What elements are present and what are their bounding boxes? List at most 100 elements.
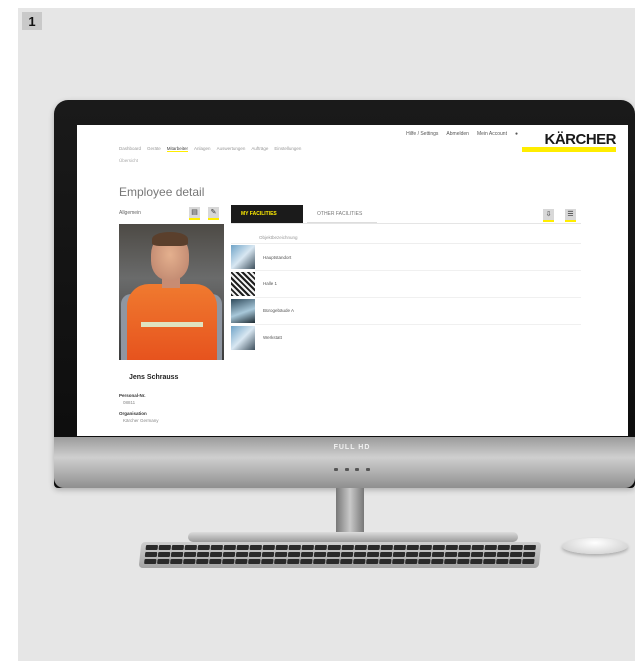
keyboard-key bbox=[248, 559, 261, 564]
step-number-badge: 1 bbox=[22, 12, 42, 30]
keyboard-key bbox=[287, 559, 300, 564]
keyboard bbox=[138, 542, 542, 568]
keyboard-key bbox=[209, 552, 223, 557]
facility-thumbnail[interactable] bbox=[231, 245, 255, 269]
keyboard-key bbox=[184, 545, 198, 550]
nav-item-employees[interactable]: Mitarbeiter bbox=[166, 146, 189, 152]
facility-thumbnail[interactable] bbox=[231, 299, 255, 323]
edit-icon[interactable]: ✎ bbox=[208, 207, 219, 220]
facility-name[interactable]: Hauptstandort bbox=[263, 255, 291, 260]
employee-section-caption: Allgemein bbox=[119, 210, 141, 216]
keyboard-key bbox=[483, 552, 497, 557]
keyboard-key bbox=[484, 545, 497, 550]
keyboard-key bbox=[417, 559, 431, 564]
keyboard-key bbox=[405, 552, 419, 557]
nav-item-facilities[interactable]: Anlagen bbox=[194, 146, 211, 152]
list-divider bbox=[231, 243, 581, 244]
keyboard-key bbox=[353, 552, 366, 557]
facility-name[interactable]: Bürogebäude A bbox=[263, 308, 294, 313]
facility-name[interactable]: Werkstatt bbox=[263, 335, 282, 340]
keyboard-key bbox=[418, 552, 432, 557]
nav-item-devices[interactable]: Geräte bbox=[147, 146, 161, 152]
main-navigation: Dashboard Geräte Mitarbeiter Anlagen Aus… bbox=[119, 146, 301, 152]
employee-name: Jens Schrauss bbox=[129, 374, 179, 381]
keyboard-key bbox=[404, 559, 418, 564]
nav-item-settings[interactable]: Einstellungen bbox=[274, 146, 301, 152]
top-link-help[interactable]: Hilfe / Settings bbox=[406, 131, 438, 137]
facility-thumbnail[interactable] bbox=[231, 272, 255, 296]
keyboard-key bbox=[509, 552, 523, 557]
tab-other-facilities[interactable]: OTHER FACILITIES bbox=[307, 205, 377, 223]
nav-item-orders[interactable]: Aufträge bbox=[251, 146, 268, 152]
keyboard-key bbox=[432, 545, 445, 550]
keyboard-key bbox=[223, 545, 237, 550]
keyboard-key bbox=[379, 552, 392, 557]
keyboard-key bbox=[275, 545, 289, 550]
tab-divider bbox=[231, 223, 581, 224]
keyboard-key bbox=[314, 545, 328, 550]
monitor-stand-base bbox=[188, 532, 518, 542]
keyboard-key bbox=[340, 552, 353, 557]
keyboard-key bbox=[469, 559, 483, 564]
nav-item-reports[interactable]: Auswertungen bbox=[217, 146, 246, 152]
employee-photo bbox=[119, 224, 224, 360]
keyboard-key bbox=[431, 552, 445, 557]
keyboard-key bbox=[367, 545, 380, 550]
keyboard-key bbox=[443, 559, 457, 564]
top-link-account[interactable]: Mein Account bbox=[477, 131, 507, 137]
keyboard-key bbox=[249, 545, 263, 550]
keyboard-key bbox=[470, 552, 484, 557]
facility-thumbnail[interactable] bbox=[231, 326, 255, 350]
field-label-organisation: Organisation bbox=[119, 411, 147, 416]
keyboard-key bbox=[183, 552, 197, 557]
keyboard-key bbox=[236, 552, 249, 557]
keyboard-key bbox=[300, 559, 314, 564]
print-icon[interactable]: ▤ bbox=[189, 207, 200, 220]
keyboard-key bbox=[288, 552, 301, 557]
keyboard-key bbox=[365, 559, 379, 564]
keyboard-key bbox=[327, 552, 340, 557]
keyboard-key bbox=[378, 559, 392, 564]
keyboard-key bbox=[496, 552, 510, 557]
keyboard-key bbox=[261, 559, 274, 564]
keyboard-key bbox=[249, 552, 262, 557]
keyboard-key bbox=[456, 559, 470, 564]
nav-sub-item[interactable]: Übersicht bbox=[119, 158, 138, 163]
keyboard-key bbox=[339, 559, 353, 564]
export-icon[interactable]: ⇩ bbox=[543, 209, 554, 222]
keyboard-key bbox=[183, 559, 196, 564]
keyboard-key bbox=[352, 559, 366, 564]
keyboard-key bbox=[236, 545, 250, 550]
keyboard-key bbox=[482, 559, 496, 564]
keyboard-key bbox=[445, 545, 458, 550]
user-icon[interactable]: ● bbox=[515, 131, 518, 137]
keyboard-key bbox=[170, 559, 183, 564]
keyboard-key bbox=[157, 552, 171, 557]
keyboard-key bbox=[326, 559, 340, 564]
keyboard-key bbox=[419, 545, 432, 550]
monitor-screen: Hilfe / Settings Abmelden Mein Account ●… bbox=[77, 125, 628, 436]
tab-my-facilities[interactable]: MY FACILITIES bbox=[231, 205, 303, 223]
keyboard-key bbox=[196, 552, 210, 557]
keyboard-key bbox=[210, 545, 224, 550]
top-link-logout[interactable]: Abmelden bbox=[446, 131, 469, 137]
keyboard-key bbox=[197, 545, 211, 550]
nav-item-dashboard[interactable]: Dashboard bbox=[119, 146, 141, 152]
keyboard-key bbox=[209, 559, 222, 564]
keyboard-key bbox=[510, 545, 524, 550]
keyboard-key bbox=[393, 545, 406, 550]
keyboard-key bbox=[196, 559, 209, 564]
keyboard-key bbox=[144, 559, 157, 564]
row-divider bbox=[255, 270, 581, 271]
keyboard-key bbox=[222, 552, 236, 557]
keyboard-key bbox=[522, 559, 535, 564]
keyboard-key bbox=[274, 559, 287, 564]
kaercher-logo[interactable]: KÄRCHER bbox=[545, 131, 617, 148]
facility-name[interactable]: Halle 1 bbox=[263, 281, 277, 286]
filter-icon[interactable]: ☰ bbox=[565, 209, 576, 222]
keyboard-key bbox=[457, 552, 471, 557]
monitor-stand-neck bbox=[336, 488, 364, 534]
keyboard-key bbox=[380, 545, 393, 550]
mouse bbox=[562, 538, 628, 554]
keyboard-key bbox=[314, 552, 327, 557]
